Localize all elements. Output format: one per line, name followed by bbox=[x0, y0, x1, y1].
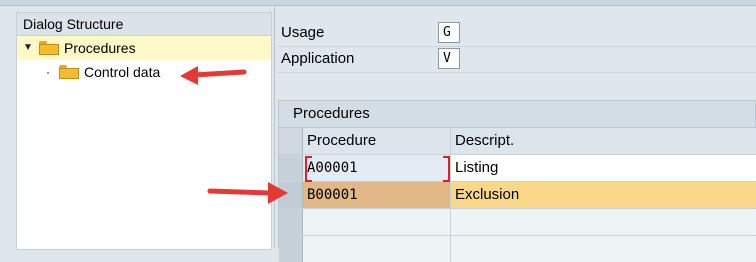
dialog-structure-pane: Dialog Structure ▼ Procedures · Control … bbox=[0, 6, 275, 250]
tree-header: Dialog Structure bbox=[17, 13, 271, 36]
table-row-empty[interactable] bbox=[279, 236, 756, 262]
procedure-cell[interactable] bbox=[303, 209, 451, 235]
tree-item-label: Procedures bbox=[64, 40, 136, 56]
table-row-empty[interactable] bbox=[279, 209, 756, 236]
application-field-row: Application V bbox=[278, 46, 756, 73]
table-row-selected[interactable]: B00001 Exclusion bbox=[279, 182, 756, 209]
tree-item-procedures[interactable]: ▼ Procedures bbox=[17, 36, 271, 60]
focus-bracket-right bbox=[443, 156, 450, 182]
description-cell[interactable] bbox=[451, 236, 756, 262]
table-header-row: Procedure Descript. bbox=[279, 128, 756, 155]
application-input[interactable]: V bbox=[438, 48, 460, 69]
description-cell[interactable]: Exclusion bbox=[451, 182, 756, 208]
expand-triangle-icon[interactable]: ▼ bbox=[23, 36, 33, 60]
tree-bullet-icon: · bbox=[46, 65, 50, 79]
folder-icon bbox=[39, 41, 59, 55]
table-title: Procedures bbox=[279, 101, 755, 128]
table-row[interactable]: A00001 Listing bbox=[279, 155, 756, 182]
procedures-table-panel: Procedures Procedure Descript. A00001 Li… bbox=[278, 100, 756, 262]
column-header-procedure[interactable]: Procedure bbox=[303, 128, 451, 154]
usage-input[interactable]: G bbox=[438, 22, 460, 43]
red-arrow-annotation bbox=[207, 182, 288, 204]
application-label: Application bbox=[281, 50, 355, 67]
column-header-description[interactable]: Descript. bbox=[451, 128, 756, 154]
procedure-cell[interactable]: A00001 bbox=[303, 155, 451, 181]
usage-label: Usage bbox=[281, 24, 325, 41]
procedure-cell[interactable]: B00001 bbox=[303, 182, 451, 208]
usage-field-row: Usage G bbox=[278, 20, 756, 47]
tree-item-label: Control data bbox=[84, 64, 161, 80]
red-arrow-annotation bbox=[180, 66, 247, 85]
dialog-structure-tree: Dialog Structure ▼ Procedures · Control … bbox=[16, 12, 272, 250]
row-selector[interactable] bbox=[279, 209, 303, 235]
focus-bracket-left bbox=[305, 156, 312, 182]
description-cell[interactable]: Listing bbox=[451, 155, 756, 181]
select-all-button[interactable] bbox=[279, 128, 303, 154]
description-cell[interactable] bbox=[451, 209, 756, 235]
procedure-cell[interactable] bbox=[303, 236, 451, 262]
row-selector[interactable] bbox=[279, 236, 303, 262]
folder-icon bbox=[59, 65, 79, 79]
